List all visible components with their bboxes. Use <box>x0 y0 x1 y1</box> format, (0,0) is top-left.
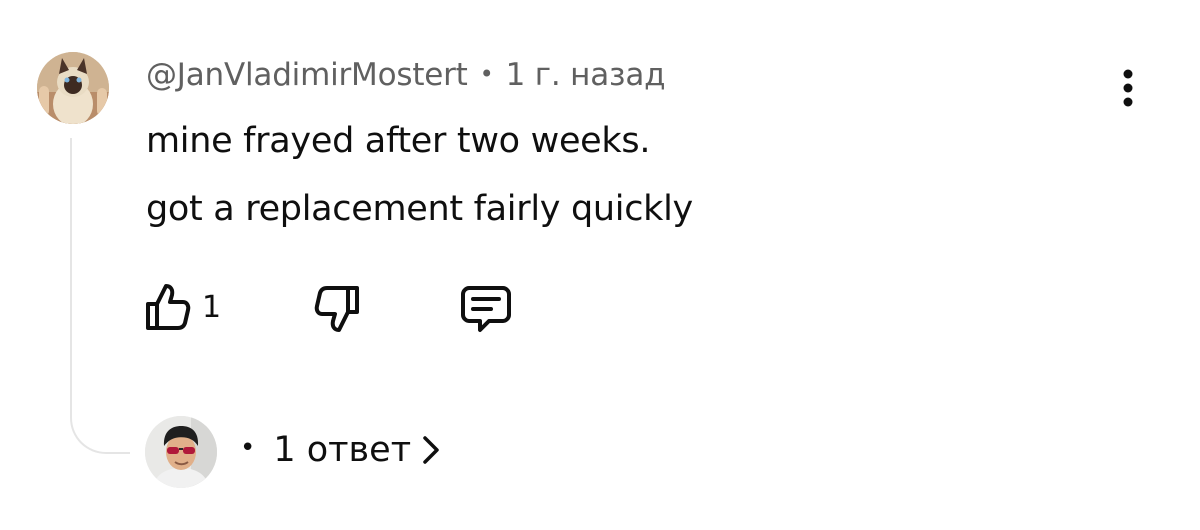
like-button[interactable] <box>140 280 194 334</box>
author-name[interactable]: @JanVladimirMostert <box>146 57 468 93</box>
chevron-right-icon <box>423 436 439 464</box>
comment-timestamp[interactable]: 1 г. назад <box>506 57 666 93</box>
comment-menu-button[interactable] <box>1112 66 1144 112</box>
person-avatar-icon <box>145 416 217 488</box>
reply-author-avatar[interactable] <box>145 416 217 488</box>
replies-count-label: 1 ответ <box>273 430 412 470</box>
comment-text-line-2: got a replacement fairly quickly <box>146 189 693 229</box>
thread-connector-line <box>70 138 130 454</box>
like-count: 1 <box>202 290 222 325</box>
reply-button[interactable] <box>459 282 513 336</box>
thumbs-down-icon <box>314 286 359 332</box>
dislike-button[interactable] <box>311 282 365 336</box>
meta-separator: • <box>479 60 494 88</box>
comment-reply-icon <box>461 286 511 332</box>
more-vertical-icon <box>1123 69 1133 107</box>
cat-avatar-icon <box>37 52 109 124</box>
author-avatar[interactable] <box>37 52 109 124</box>
thumbs-up-icon <box>146 284 191 330</box>
comment-text-line-1: mine frayed after two weeks. <box>146 121 651 161</box>
view-replies-button[interactable]: • 1 ответ <box>240 430 441 470</box>
comment-header: @JanVladimirMostert • 1 г. назад <box>146 57 666 93</box>
replies-bullet: • <box>240 433 256 463</box>
